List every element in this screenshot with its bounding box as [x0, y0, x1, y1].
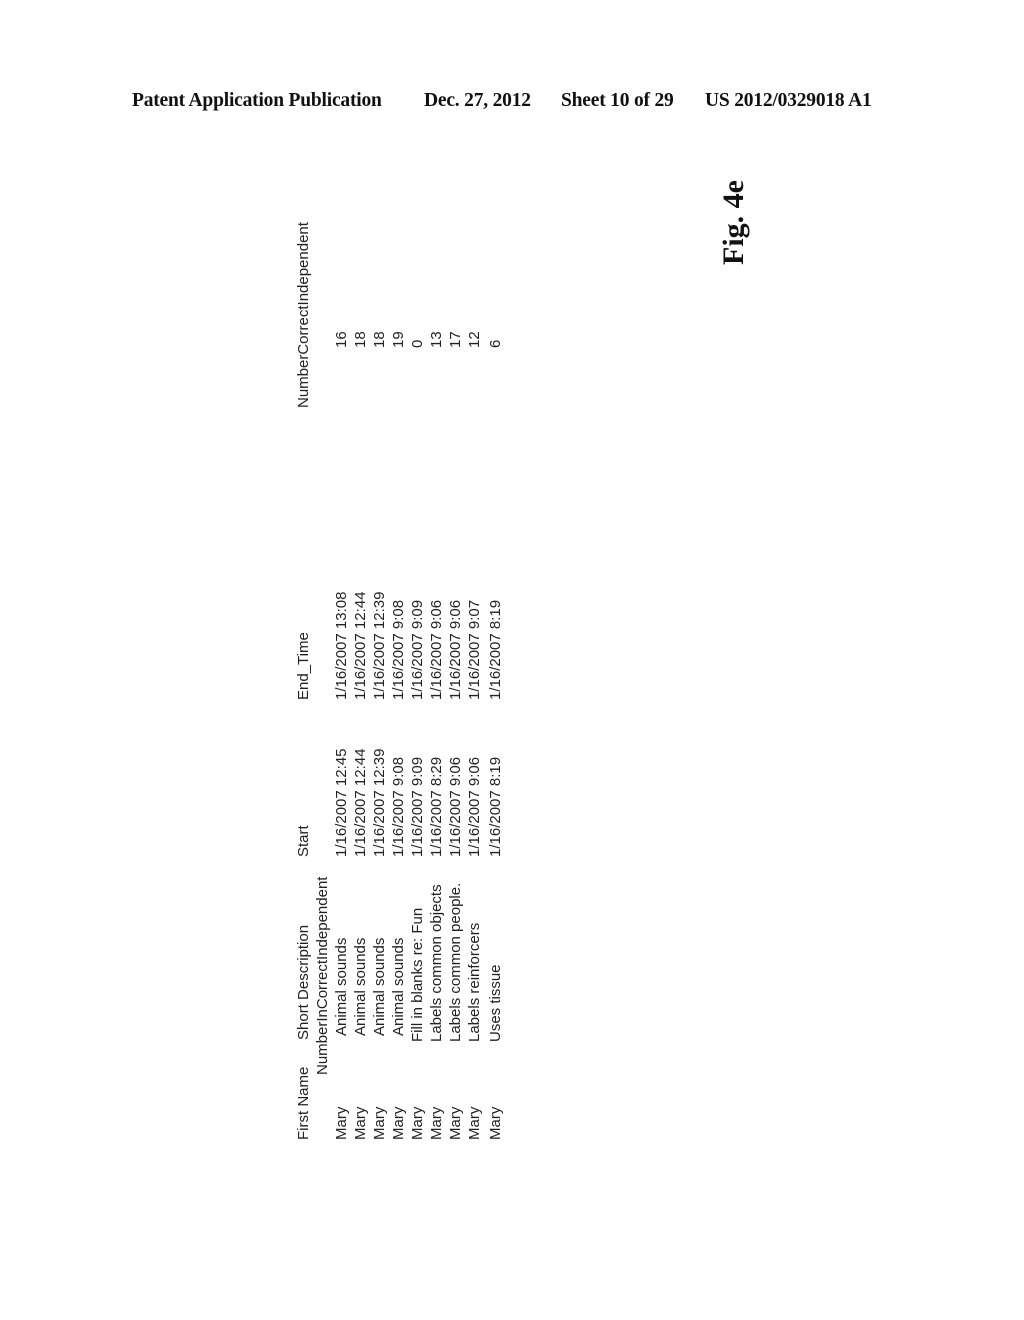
cell-end-time: 1/16/2007 13:08 [333, 591, 350, 700]
sheet-number: Sheet 10 of 29 [561, 90, 674, 111]
cell-number-correct-independent: 18 [371, 331, 388, 348]
cell-end-time: 1/16/2007 9:06 [447, 599, 464, 700]
cell-start: 1/16/2007 9:06 [466, 756, 483, 857]
publication-label: Patent Application Publication [132, 90, 382, 111]
cell-first-name: Mary [371, 1106, 388, 1140]
cell-first-name: Mary [333, 1106, 350, 1140]
cell-end-time: 1/16/2007 9:09 [409, 599, 426, 700]
cell-end-time: 1/16/2007 9:08 [390, 599, 407, 700]
column-header-number-correct-independent: NumberCorrectIndependent [295, 222, 312, 408]
patent-number: US 2012/0329018 A1 [705, 90, 872, 111]
cell-short-description: Fill in blanks re: Fun [409, 907, 426, 1042]
cell-number-correct-independent: 12 [466, 331, 483, 348]
cell-start: 1/16/2007 9:08 [390, 756, 407, 857]
cell-number-correct-independent: 6 [487, 339, 504, 348]
cell-number-correct-independent: 19 [390, 331, 407, 348]
cell-start: 1/16/2007 9:06 [447, 756, 464, 857]
column-header-first-name: First Name [295, 1066, 312, 1140]
cell-short-description: Labels common objects [428, 884, 445, 1042]
cell-short-description: Labels reinforcers [466, 922, 483, 1042]
column-header-number-incorrect-independent: NumberInCorrectIndependent [314, 876, 331, 1075]
cell-start: 1/16/2007 8:19 [487, 756, 504, 857]
cell-first-name: Mary [352, 1106, 369, 1140]
cell-start: 1/16/2007 12:45 [333, 748, 350, 857]
cell-start: 1/16/2007 12:39 [371, 748, 388, 857]
cell-start: 1/16/2007 12:44 [352, 748, 369, 857]
column-header-end-time: End_Time [295, 632, 312, 700]
cell-short-description: Uses tissue [487, 964, 504, 1042]
cell-first-name: Mary [447, 1106, 464, 1140]
cell-first-name: Mary [409, 1106, 426, 1140]
cell-first-name: Mary [487, 1106, 504, 1140]
cell-end-time: 1/16/2007 12:39 [371, 591, 388, 700]
cell-end-time: 1/16/2007 12:44 [352, 591, 369, 700]
cell-end-time: 1/16/2007 9:06 [428, 599, 445, 700]
cell-number-correct-independent: 17 [447, 331, 464, 348]
cell-number-correct-independent: 18 [352, 331, 369, 348]
cell-number-correct-independent: 16 [333, 331, 350, 348]
cell-short-description: Animal sounds [390, 937, 407, 1036]
cell-first-name: Mary [428, 1106, 445, 1140]
cell-short-description: Animal sounds [333, 937, 350, 1036]
cell-number-correct-independent: 13 [428, 331, 445, 348]
publication-date: Dec. 27, 2012 [424, 90, 531, 111]
cell-short-description: Animal sounds [371, 937, 388, 1036]
cell-first-name: Mary [466, 1106, 483, 1140]
cell-end-time: 1/16/2007 8:19 [487, 599, 504, 700]
cell-first-name: Mary [390, 1106, 407, 1140]
cell-short-description: Labels common people. [447, 882, 464, 1042]
cell-start: 1/16/2007 9:09 [409, 756, 426, 857]
cell-end-time: 1/16/2007 9:07 [466, 599, 483, 700]
cell-number-correct-independent: 0 [409, 339, 426, 348]
column-header-start: Start [295, 825, 312, 857]
cell-start: 1/16/2007 8:29 [428, 756, 445, 857]
cell-short-description: Animal sounds [352, 937, 369, 1036]
column-header-short-description: Short Description [295, 924, 312, 1040]
figure-label: Fig. 4e [717, 180, 750, 265]
